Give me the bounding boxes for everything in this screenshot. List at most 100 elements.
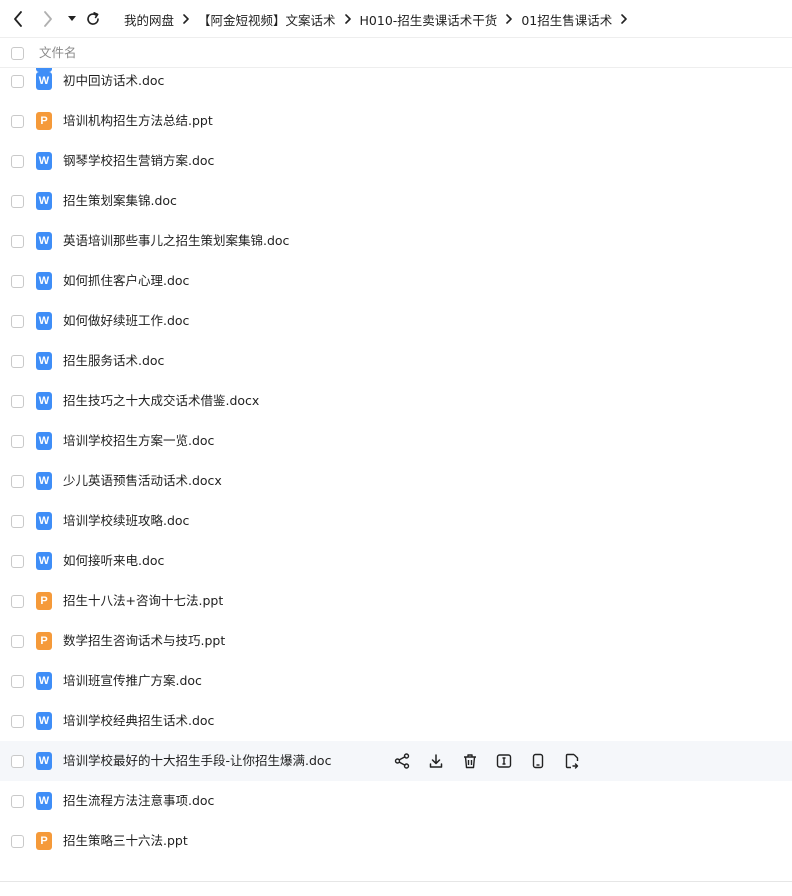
file-name[interactable]: 培训学校经典招生话术.doc — [63, 701, 214, 741]
file-row[interactable]: W 招生流程方法注意事项.doc — [0, 781, 792, 821]
file-row[interactable]: W 如何接听来电.doc — [0, 541, 792, 581]
chevron-left-icon — [14, 11, 22, 27]
file-word-icon: W — [36, 672, 52, 690]
file-checkbox[interactable] — [11, 555, 24, 568]
file-row[interactable]: P 数学招生咨询话术与技巧.ppt — [0, 621, 792, 661]
file-word-icon: W — [36, 392, 52, 410]
file-checkbox[interactable] — [11, 315, 24, 328]
breadcrumb-item[interactable]: H010-招生卖课话术干货 — [360, 10, 498, 29]
file-checkbox[interactable] — [11, 755, 24, 768]
file-name[interactable]: 招生十八法+咨询十七法.ppt — [63, 581, 223, 621]
file-row[interactable]: W 英语培训那些事儿之招生策划案集锦.doc — [0, 221, 792, 261]
file-name[interactable]: 钢琴学校招生营销方案.doc — [63, 141, 214, 181]
file-checkbox[interactable] — [11, 195, 24, 208]
forward-button[interactable] — [39, 10, 57, 28]
file-name[interactable]: 如何做好续班工作.doc — [63, 301, 189, 341]
file-name[interactable]: 培训学校续班攻略.doc — [63, 501, 189, 541]
file-row[interactable]: W 招生服务话术.doc — [0, 341, 792, 381]
breadcrumb-separator-icon — [183, 14, 189, 24]
file-row[interactable]: W 招生技巧之十大成交话术借鉴.docx — [0, 381, 792, 421]
file-name[interactable]: 英语培训那些事儿之招生策划案集锦.doc — [63, 221, 289, 261]
file-row[interactable]: W 招生策划案集锦.doc — [0, 181, 792, 221]
file-checkbox[interactable] — [11, 635, 24, 648]
breadcrumb-item[interactable]: 我的网盘 — [124, 10, 174, 29]
file-row[interactable]: W 少儿英语预售活动话术.docx — [0, 461, 792, 501]
file-type-badge: W — [38, 554, 50, 567]
copy-link-button[interactable] — [563, 752, 581, 770]
file-row[interactable]: W 初中回访话术.doc — [0, 61, 792, 101]
file-checkbox[interactable] — [11, 355, 24, 368]
file-checkbox[interactable] — [11, 595, 24, 608]
file-row[interactable]: W 培训学校招生方案一览.doc — [0, 421, 792, 461]
file-name[interactable]: 培训班宣传推广方案.doc — [63, 661, 202, 701]
file-type-badge: W — [38, 754, 50, 767]
file-row[interactable]: W 培训学校续班攻略.doc — [0, 501, 792, 541]
breadcrumb-item[interactable]: 【阿金短视频】文案话术 — [198, 10, 336, 29]
file-name[interactable]: 招生策略三十六法.ppt — [63, 821, 188, 861]
refresh-icon — [87, 12, 99, 25]
file-checkbox[interactable] — [11, 395, 24, 408]
caret-down-icon — [68, 16, 76, 21]
refresh-button[interactable] — [84, 10, 102, 28]
file-type-badge: W — [38, 234, 50, 247]
file-checkbox[interactable] — [11, 155, 24, 168]
file-type-badge: W — [38, 794, 50, 807]
breadcrumb-separator-icon — [506, 14, 513, 24]
file-type-badge: W — [38, 354, 50, 367]
file-row[interactable]: P 招生十八法+咨询十七法.ppt — [0, 581, 792, 621]
back-button[interactable] — [9, 10, 27, 28]
file-checkbox[interactable] — [11, 115, 24, 128]
file-type-badge: W — [38, 314, 50, 327]
file-name[interactable]: 招生策划案集锦.doc — [63, 181, 177, 221]
file-name[interactable]: 少儿英语预售活动话术.docx — [63, 461, 222, 501]
download-button[interactable] — [427, 752, 445, 770]
view-on-phone-button[interactable] — [529, 752, 547, 770]
file-type-badge: P — [40, 114, 48, 127]
file-row[interactable]: W 如何抓住客户心理.doc — [0, 261, 792, 301]
file-checkbox[interactable] — [11, 795, 24, 808]
file-type-badge: W — [38, 514, 50, 527]
file-name[interactable]: 如何抓住客户心理.doc — [63, 261, 189, 301]
file-checkbox[interactable] — [11, 515, 24, 528]
file-name[interactable]: 培训学校最好的十大招生手段-让你招生爆满.doc — [63, 741, 331, 781]
file-type-badge: P — [40, 634, 48, 647]
file-checkbox[interactable] — [11, 275, 24, 288]
file-row[interactable]: W 如何做好续班工作.doc — [0, 301, 792, 341]
share-icon — [394, 753, 410, 769]
history-dropdown-button[interactable] — [63, 10, 81, 28]
file-name[interactable]: 培训学校招生方案一览.doc — [63, 421, 214, 461]
file-name[interactable]: 初中回访话术.doc — [63, 61, 164, 101]
file-name[interactable]: 培训机构招生方法总结.ppt — [63, 101, 213, 141]
breadcrumb-item-current[interactable]: 01招生售课话术 — [521, 10, 612, 29]
file-name[interactable]: 招生服务话术.doc — [63, 341, 164, 381]
file-name[interactable]: 如何接听来电.doc — [63, 541, 164, 581]
file-row[interactable]: W 培训班宣传推广方案.doc — [0, 661, 792, 701]
file-checkbox[interactable] — [11, 475, 24, 488]
file-row[interactable]: W 培训学校最好的十大招生手段-让你招生爆满.doc — [0, 741, 792, 781]
file-row[interactable]: W 钢琴学校招生营销方案.doc — [0, 141, 792, 181]
file-checkbox[interactable] — [11, 835, 24, 848]
file-name[interactable]: 招生流程方法注意事项.doc — [63, 781, 214, 821]
download-icon — [429, 754, 443, 768]
share-button[interactable] — [393, 752, 411, 770]
file-row[interactable]: W 培训学校经典招生话术.doc — [0, 701, 792, 741]
file-name[interactable]: 招生技巧之十大成交话术借鉴.docx — [63, 381, 259, 421]
file-type-badge: W — [38, 434, 50, 447]
file-word-icon: W — [36, 432, 52, 450]
select-all-checkbox[interactable] — [11, 47, 24, 60]
file-checkbox[interactable] — [11, 715, 24, 728]
file-word-icon: W — [36, 152, 52, 170]
file-ppt-icon: P — [36, 112, 52, 130]
file-checkbox[interactable] — [11, 675, 24, 688]
navigation-bar: 我的网盘 【阿金短视频】文案话术 H010-招生卖课话术干货 01招生售课话术 — [0, 0, 792, 38]
file-checkbox[interactable] — [11, 435, 24, 448]
rename-button[interactable] — [495, 752, 513, 770]
file-type-badge: W — [38, 194, 50, 207]
file-row[interactable]: P 培训机构招生方法总结.ppt — [0, 101, 792, 141]
file-word-icon: W — [36, 312, 52, 330]
file-name[interactable]: 数学招生咨询话术与技巧.ppt — [63, 621, 225, 661]
file-checkbox[interactable] — [11, 235, 24, 248]
file-checkbox[interactable] — [11, 75, 24, 88]
delete-button[interactable] — [461, 752, 479, 770]
file-row[interactable]: P 招生策略三十六法.ppt — [0, 821, 792, 861]
